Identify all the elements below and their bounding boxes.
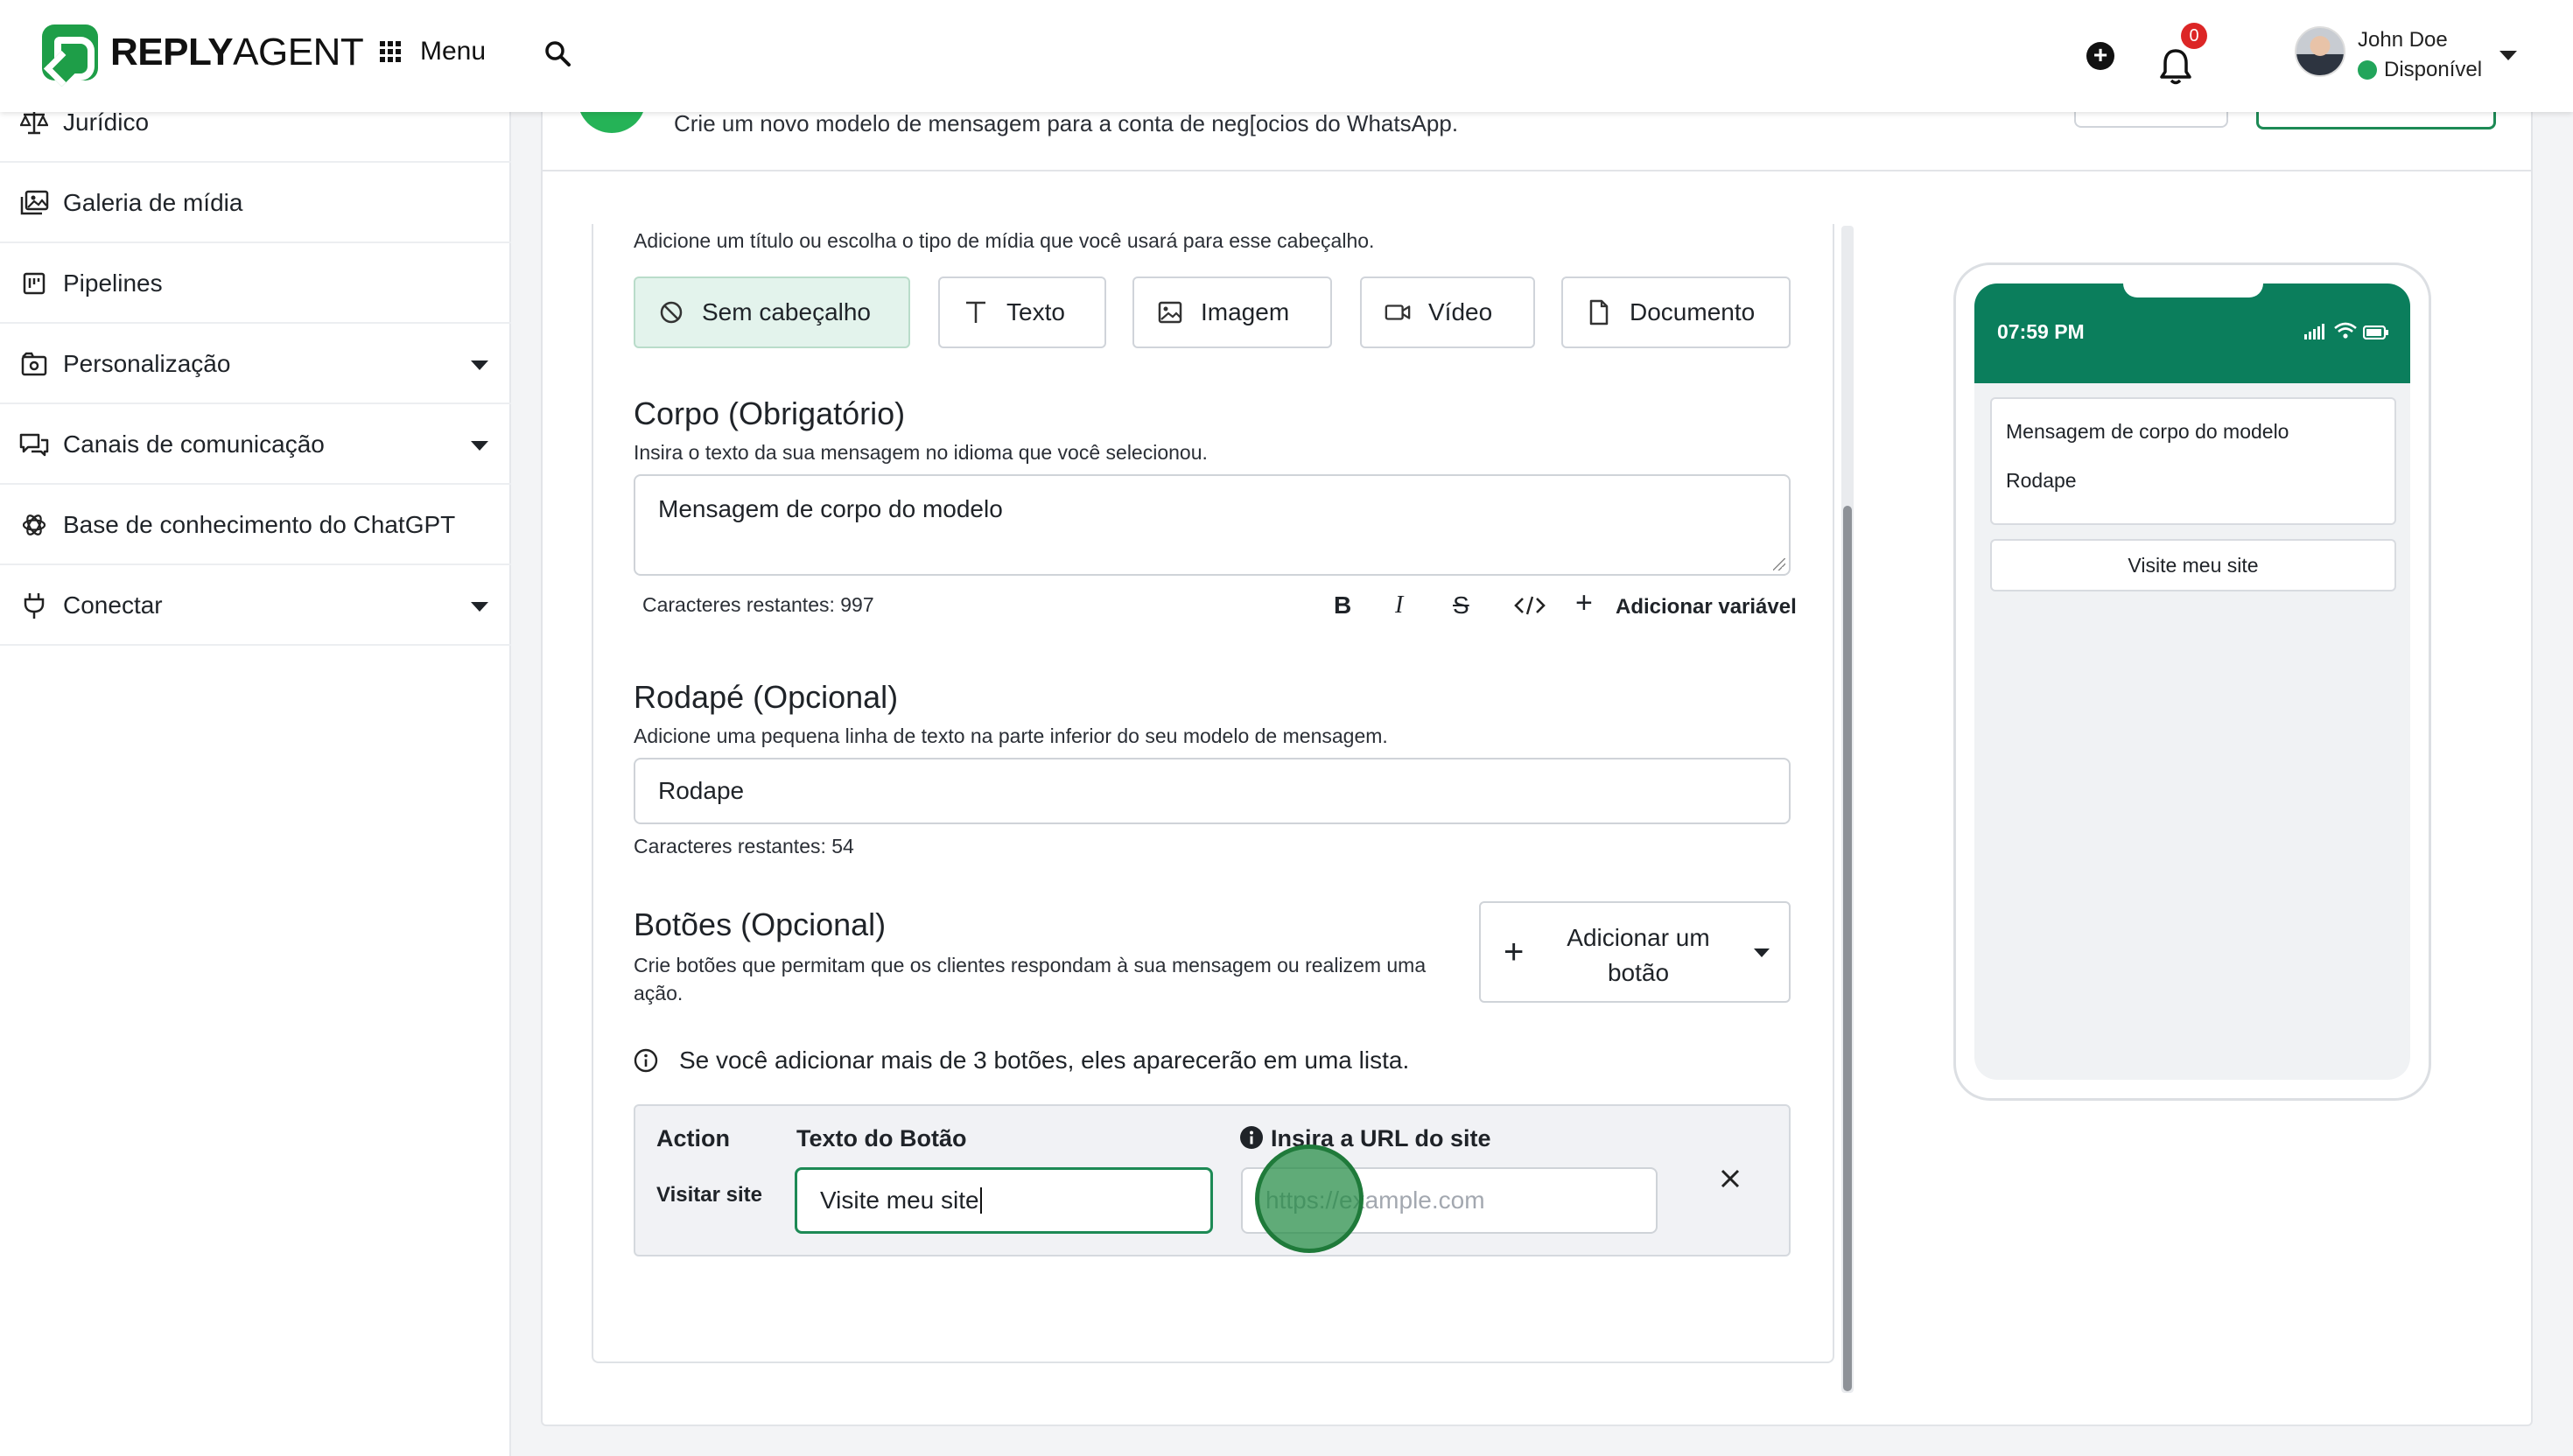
menu-label: Menu — [420, 37, 487, 66]
scale-icon — [19, 108, 49, 137]
click-indicator — [1255, 1144, 1364, 1253]
image-icon — [1157, 299, 1183, 326]
grid-icon — [380, 41, 401, 62]
customize-icon — [19, 349, 49, 379]
user-name: John Doe — [2358, 28, 2448, 52]
ban-icon — [658, 299, 684, 326]
chevron-down-icon — [1754, 948, 1770, 957]
pipeline-icon — [19, 269, 49, 298]
notification-badge: 0 — [2181, 23, 2207, 49]
action-value: Visitar site — [656, 1183, 762, 1207]
sidebar: Jurídico Galeria de mídia Pipelines Pers… — [0, 108, 511, 1456]
page-description: Crie um novo modelo de mensagem para a c… — [674, 110, 1459, 136]
chevron-down-icon — [471, 602, 488, 612]
button-text-input[interactable]: Visite meu site — [795, 1167, 1213, 1234]
add-variable-plus-icon: + — [1575, 586, 1593, 620]
header-option-document[interactable]: Documento — [1561, 276, 1791, 348]
info-filled-icon[interactable] — [1239, 1125, 1264, 1150]
text-caret — [979, 1187, 982, 1214]
footer-char-counter: Caracteres restantes: 54 — [634, 835, 854, 858]
text-icon — [963, 299, 989, 326]
preview-footer: Rodape — [2006, 469, 2077, 492]
col-header-action: Action — [656, 1125, 730, 1152]
add-variable-button[interactable]: Adicionar variável — [1616, 595, 1797, 620]
brand-logo[interactable]: REPLYAGENT — [42, 24, 364, 80]
chevron-down-icon — [471, 360, 488, 370]
strikethrough-button[interactable]: S — [1453, 592, 1469, 620]
status-dot-icon — [2358, 60, 2377, 80]
body-char-counter: Caracteres restantes: 997 — [642, 593, 874, 616]
status-icons — [2303, 322, 2389, 340]
footer-input[interactable]: Rodape — [634, 758, 1791, 824]
sidebar-item-media-gallery[interactable]: Galeria de mídia — [0, 164, 511, 243]
close-icon[interactable] — [1721, 1169, 1740, 1188]
footer-hint: Adicione uma pequena linha de texto na p… — [634, 724, 1388, 747]
header-option-video[interactable]: Vídeo — [1360, 276, 1535, 348]
body-hint: Insira o texto da sua mensagem no idioma… — [634, 441, 1208, 464]
body-section-title: Corpo (Obrigatório) — [634, 396, 906, 431]
buttons-hint-line1: Crie botões que permitam que os clientes… — [634, 954, 1427, 976]
signal-icon — [2304, 324, 2324, 340]
sidebar-item-pipelines[interactable]: Pipelines — [0, 245, 511, 324]
add-circle-icon[interactable]: + — [2086, 42, 2114, 70]
sidebar-item-conectar[interactable]: Conectar — [0, 567, 511, 646]
header-hint: Adicione um título ou escolha o tipo de … — [634, 229, 1375, 252]
chat-channels-icon — [19, 430, 49, 459]
chevron-down-icon — [471, 441, 488, 451]
preview-link-button: Visite meu site — [1990, 539, 2396, 592]
body-textarea[interactable]: Mensagem de corpo do modelo — [634, 474, 1791, 576]
document-icon — [1586, 299, 1612, 326]
user-status: Disponível — [2358, 58, 2482, 82]
logo-icon — [42, 24, 98, 80]
search-icon[interactable] — [544, 40, 571, 66]
phone-notch — [2123, 284, 2263, 298]
menu-button[interactable]: Menu — [380, 37, 486, 66]
buttons-hint-line2: ação. — [634, 982, 684, 1004]
bold-button[interactable]: B — [1334, 592, 1351, 620]
phone-time: 07:59 PM — [1997, 320, 2085, 343]
buttons-section-title: Botões (Opcional) — [634, 906, 887, 942]
phone-preview-screen: 07:59 PM Mensagem de corpo do modelo Rod… — [1974, 284, 2410, 1080]
brand-name: REPLYAGENT — [110, 31, 364, 74]
buttons-info-text: Se você adicionar mais de 3 botões, eles… — [679, 1046, 1410, 1074]
wifi-icon — [2334, 322, 2357, 339]
top-bar: REPLYAGENT Menu + 0 John Doe Disponível — [0, 0, 2573, 112]
add-button-dropdown[interactable]: + Adicionar um botão — [1479, 901, 1791, 1003]
italic-button[interactable]: I — [1395, 592, 1403, 620]
media-gallery-icon — [19, 188, 49, 218]
sidebar-item-personalizacao[interactable]: Personalização — [0, 326, 511, 404]
col-header-button-text: Texto do Botão — [796, 1125, 967, 1152]
whatsapp-status-bar: 07:59 PM — [1974, 284, 2410, 383]
bell-icon[interactable] — [2158, 47, 2193, 86]
scrollbar-thumb[interactable] — [1843, 506, 1852, 1391]
code-icon[interactable] — [1514, 595, 1546, 616]
sidebar-item-canais[interactable]: Canais de comunicação — [0, 406, 511, 485]
resize-handle-icon[interactable] — [1773, 558, 1785, 570]
avatar[interactable] — [2295, 26, 2345, 77]
video-icon — [1385, 299, 1411, 326]
info-icon — [634, 1048, 658, 1073]
plus-icon: + — [1504, 933, 1525, 971]
user-menu-caret-icon[interactable] — [2499, 51, 2517, 60]
header-option-text[interactable]: Texto — [938, 276, 1106, 348]
chatgpt-icon — [19, 510, 49, 540]
preview-message-bubble: Mensagem de corpo do modelo Rodape — [1990, 397, 2396, 525]
sidebar-item-chatgpt[interactable]: Base de conhecimento do ChatGPT — [0, 486, 511, 565]
preview-body: Mensagem de corpo do modelo — [2006, 420, 2289, 443]
header-option-none[interactable]: Sem cabeçalho — [634, 276, 910, 348]
footer-section-title: Rodapé (Opcional) — [634, 679, 899, 715]
battery-icon — [2363, 326, 2388, 340]
plug-icon — [19, 591, 49, 620]
header-option-image[interactable]: Imagem — [1132, 276, 1332, 348]
